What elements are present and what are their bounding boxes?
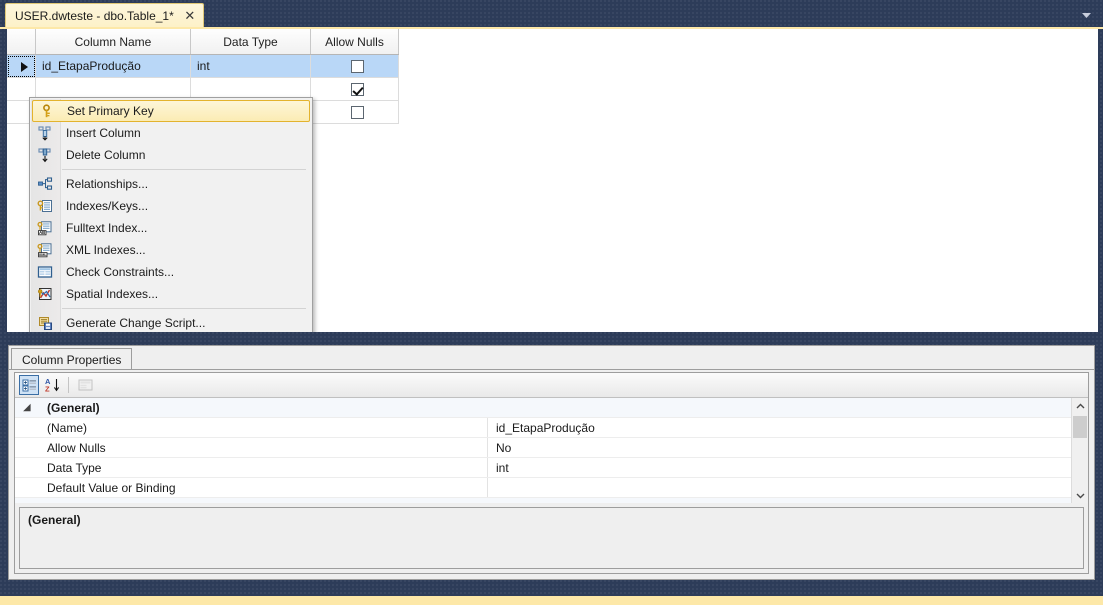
document-tab-table-designer[interactable]: USER.dwteste - dbo.Table_1* ✕: [5, 3, 204, 27]
property-grid-divider[interactable]: [487, 478, 488, 497]
insert-column-icon: [30, 122, 59, 144]
properties-body: A Z ◢ (General) (Name) id_EtapaProdução …: [14, 372, 1089, 574]
document-tab-strip: USER.dwteste - dbo.Table_1* ✕: [0, 0, 1103, 29]
menu-item-relationships[interactable]: Relationships...: [30, 173, 312, 195]
scroll-up-icon[interactable]: [1072, 398, 1088, 414]
menu-item-label: Indexes/Keys...: [66, 199, 149, 213]
menu-item-spatial-indexes[interactable]: Spatial Indexes...: [30, 283, 312, 305]
tab-column-properties-label: Column Properties: [22, 352, 122, 367]
alphabetical-sort-button[interactable]: A Z: [42, 375, 62, 395]
menu-item-label: Relationships...: [66, 177, 149, 191]
document-tab-label: USER.dwteste - dbo.Table_1*: [15, 8, 174, 23]
property-value[interactable]: No: [488, 441, 1088, 455]
menu-item-label: XML Indexes...: [66, 243, 146, 257]
fulltext-index-icon: AB: [30, 217, 59, 239]
property-row-data-type[interactable]: Data Type int: [15, 458, 1088, 478]
scrollbar-thumb[interactable]: [1073, 416, 1087, 438]
property-value[interactable]: id_EtapaProdução: [488, 421, 1088, 435]
property-category-label: Table Designer: [39, 501, 487, 504]
menu-item-label: Spatial Indexes...: [66, 287, 159, 301]
allow-nulls-checkbox[interactable]: [351, 83, 364, 97]
column-properties-pane: Column Properties A Z ◢ (General) (Name)…: [8, 345, 1095, 580]
expander-icon[interactable]: ◢: [15, 402, 39, 413]
svg-text:XML: XML: [38, 253, 47, 257]
menu-item-label: Insert Column: [66, 126, 141, 140]
header-data-type[interactable]: Data Type: [190, 29, 311, 55]
property-label: (Name): [47, 420, 88, 435]
table-row[interactable]: id_EtapaProdução int: [7, 54, 399, 78]
spatial-indexes-icon: [30, 283, 59, 305]
menu-item-label: Check Constraints...: [66, 265, 175, 279]
menu-item-generate-change-script[interactable]: Generate Change Script...: [30, 312, 312, 332]
menu-item-delete-column[interactable]: Delete Column: [30, 144, 312, 166]
header-allow-nulls[interactable]: Allow Nulls: [310, 29, 399, 55]
menu-item-label: Delete Column: [66, 148, 146, 162]
menu-item-set-primary-key[interactable]: Set Primary Key: [32, 100, 310, 122]
cell-column-name[interactable]: id_EtapaProdução: [35, 54, 191, 78]
row-selector-current[interactable]: [7, 54, 36, 78]
menu-item-fulltext-index[interactable]: AB Fulltext Index...: [30, 217, 312, 239]
allow-nulls-checkbox[interactable]: [351, 106, 364, 120]
table-header-row: Column Name Data Type Allow Nulls: [7, 29, 399, 55]
menu-item-indexes-keys[interactable]: Indexes/Keys...: [30, 195, 312, 217]
table-designer-grid: Column Name Data Type Allow Nulls id_Eta…: [5, 29, 1098, 332]
allow-nulls-checkbox[interactable]: [351, 60, 364, 74]
property-value[interactable]: int: [488, 461, 1088, 475]
relationships-icon: [30, 173, 59, 195]
property-category-general[interactable]: ◢ (General): [15, 398, 1088, 418]
property-label: Data Type: [47, 460, 102, 475]
toolbar-separator: [68, 377, 69, 393]
property-row-name[interactable]: (Name) id_EtapaProdução: [15, 418, 1088, 438]
svg-text:Z: Z: [45, 385, 50, 394]
property-category-table-designer[interactable]: ◢ Table Designer: [15, 498, 1088, 503]
property-grid-scrollbar[interactable]: [1071, 398, 1088, 503]
property-description-title: (General): [28, 513, 81, 527]
menu-item-label: Fulltext Index...: [66, 221, 148, 235]
menu-item-check-constraints[interactable]: Check Constraints...: [30, 261, 312, 283]
column-context-menu[interactable]: Set Primary Key Insert Column Delete Col…: [29, 97, 313, 332]
property-row-allow-nulls[interactable]: Allow Nulls No: [15, 438, 1088, 458]
tab-column-properties[interactable]: Column Properties: [11, 348, 133, 370]
properties-tab-strip: Column Properties: [9, 346, 1094, 370]
row-selector-header: [7, 29, 36, 55]
property-label: Allow Nulls: [47, 440, 106, 455]
vs-shell: USER.dwteste - dbo.Table_1* ✕ Column Nam…: [0, 0, 1103, 605]
bottom-accent-strip: [0, 596, 1103, 605]
xml-indexes-icon: XML: [30, 239, 59, 261]
property-description-panel: (General): [19, 507, 1084, 569]
menu-separator: [62, 308, 306, 309]
check-constraints-icon: [30, 261, 59, 283]
menu-separator: [62, 169, 306, 170]
close-icon[interactable]: ✕: [183, 9, 197, 23]
delete-column-icon: [30, 144, 59, 166]
chevron-down-icon[interactable]: [1080, 9, 1093, 19]
cell-allow-nulls[interactable]: [310, 54, 399, 78]
scroll-down-icon[interactable]: [1072, 487, 1088, 503]
cell-allow-nulls[interactable]: [310, 100, 399, 124]
cell-allow-nulls[interactable]: [310, 77, 399, 101]
menu-item-insert-column[interactable]: Insert Column: [30, 122, 312, 144]
property-grid: ◢ (General) (Name) id_EtapaProdução Allo…: [15, 398, 1088, 503]
menu-item-label: Generate Change Script...: [66, 316, 206, 330]
primary-key-icon: [33, 100, 60, 122]
expander-icon[interactable]: ◢: [15, 502, 39, 503]
categorized-button[interactable]: [19, 375, 39, 395]
property-row-default-value[interactable]: Default Value or Binding: [15, 478, 1088, 498]
header-column-name[interactable]: Column Name: [35, 29, 191, 55]
cell-data-type[interactable]: int: [190, 54, 311, 78]
indexes-keys-icon: [30, 195, 59, 217]
property-grid-divider: [487, 398, 488, 417]
menu-item-label: Set Primary Key: [67, 104, 154, 118]
property-grid-divider: [487, 498, 488, 503]
property-grid-toolbar: A Z: [15, 373, 1088, 398]
generate-script-icon: [30, 312, 59, 332]
property-pages-button[interactable]: [75, 375, 95, 395]
property-category-label: (General): [47, 400, 100, 415]
svg-text:AB: AB: [39, 230, 45, 235]
property-label: Default Value or Binding: [47, 480, 176, 495]
current-row-arrow-icon: [21, 61, 28, 72]
properties-tab-underline: [9, 369, 1094, 370]
menu-item-xml-indexes[interactable]: XML XML Indexes...: [30, 239, 312, 261]
